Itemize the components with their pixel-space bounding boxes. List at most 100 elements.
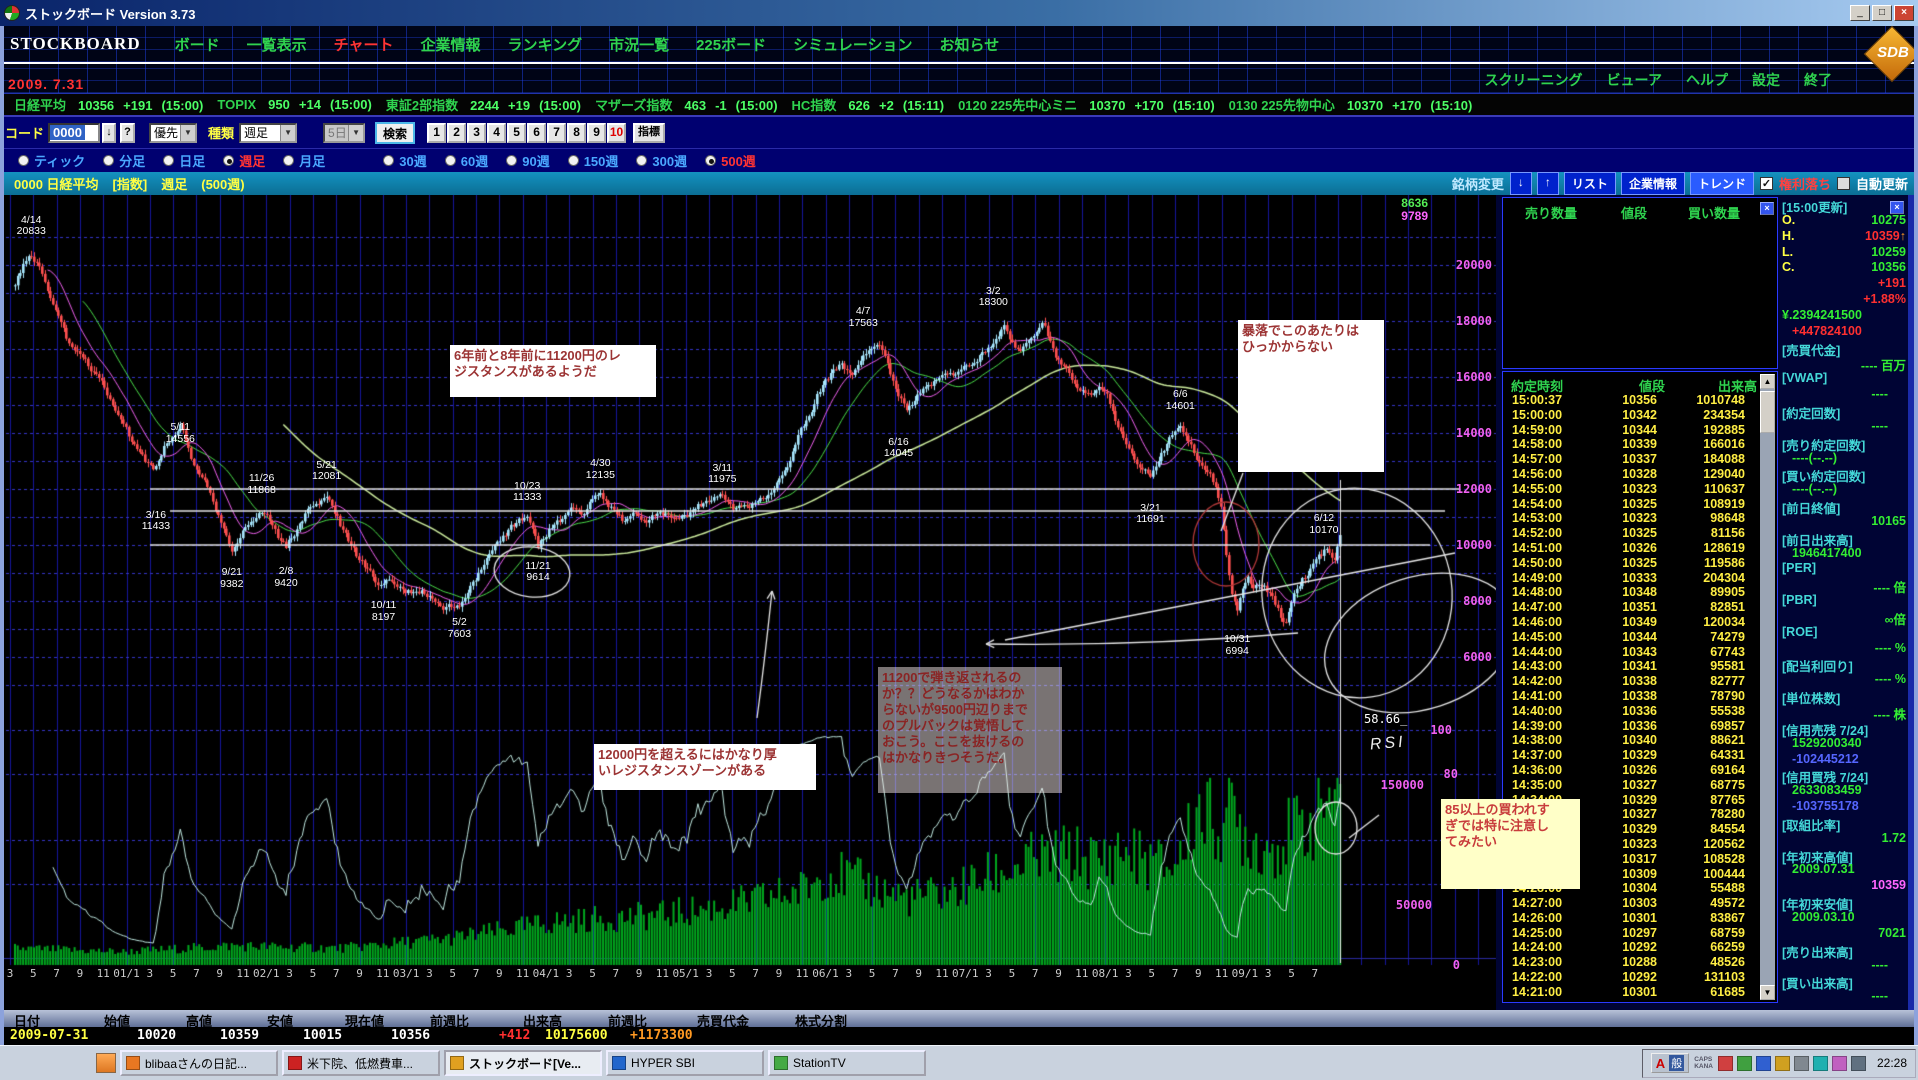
period-500週[interactable]: 500週 [705,151,756,170]
page-button-6[interactable]: 6 [527,123,546,143]
scroll-up-icon[interactable]: ▲ [1760,374,1775,389]
tray-icon-2[interactable] [1756,1056,1771,1071]
menu-item-1[interactable]: 一覧表示 [247,34,307,55]
menu-item-4[interactable]: ランキング [508,34,583,55]
trade-row[interactable]: 14:27:001030349572 [1503,896,1755,911]
trade-row[interactable]: 14:21:001030161685 [1503,985,1755,1000]
trade-row[interactable]: 14:44:001034367743 [1503,645,1755,660]
price-chart-canvas[interactable] [0,195,1500,995]
period-90週[interactable]: 90週 [506,151,549,170]
sub-menu-item-3[interactable]: 設定 [1752,70,1780,90]
trade-row[interactable]: 14:55:0010323110637 [1503,482,1755,497]
page-button-10[interactable]: 10 [607,123,626,143]
tray-icon-6[interactable] [1832,1056,1847,1071]
tray-icon-0[interactable] [1718,1056,1733,1071]
trade-row[interactable]: 14:56:0010328129040 [1503,467,1755,482]
trade-row[interactable]: 14:37:001032964331 [1503,748,1755,763]
page-button-9[interactable]: 9 [587,123,606,143]
period-150週[interactable]: 150週 [568,151,619,170]
trade-row[interactable]: 14:24:001029266259 [1503,940,1755,955]
trade-row[interactable]: 14:25:001029768759 [1503,926,1755,941]
status-button-2[interactable]: リスト [1564,172,1616,195]
page-button-3[interactable]: 3 [467,123,486,143]
menu-item-0[interactable]: ボード [175,34,220,55]
help-button[interactable]: ? [120,123,135,143]
order-book-close-icon[interactable]: × [1760,202,1774,215]
search-button[interactable]: 検索 [375,122,415,144]
page-button-2[interactable]: 2 [447,123,466,143]
maximize-button[interactable]: □ [1872,5,1892,21]
trade-row[interactable]: 14:22:0010292131103 [1503,970,1755,985]
menu-item-2[interactable]: チャート [334,34,394,55]
close-button[interactable]: × [1894,5,1914,21]
code-down-button[interactable]: ↓ [102,123,116,143]
status-button-4[interactable]: トレンド [1690,172,1754,195]
period-ティック[interactable]: ティック [18,151,85,170]
trades-scrollbar[interactable]: ▲ ▼ [1760,374,1775,1000]
page-button-5[interactable]: 5 [507,123,526,143]
sub-menu-item-4[interactable]: 終了 [1804,70,1832,90]
ime-language-bar[interactable]: A 般 [1651,1053,1689,1073]
trade-row[interactable]: 15:00:37103561010748 [1503,393,1755,408]
tray-icon-3[interactable] [1775,1056,1790,1071]
trade-row[interactable]: 14:57:0010337184088 [1503,452,1755,467]
trade-row[interactable]: 14:47:001035182851 [1503,600,1755,615]
page-button-1[interactable]: 1 [427,123,446,143]
trade-row[interactable]: 14:53:001032398648 [1503,511,1755,526]
scrollbar-thumb[interactable] [1760,391,1775,433]
status-button-1[interactable]: ↑ [1537,172,1559,195]
period-60週[interactable]: 60週 [445,151,488,170]
status-button-0[interactable]: ↓ [1510,172,1532,195]
period-分足[interactable]: 分足 [103,151,145,170]
trade-row[interactable]: 14:52:001032581156 [1503,526,1755,541]
trade-row[interactable]: 14:54:0010325108919 [1503,497,1755,512]
sub-menu-item-2[interactable]: ヘルプ [1686,70,1728,90]
menu-item-7[interactable]: シミュレーション [793,34,912,55]
menu-item-6[interactable]: 225ボード [696,34,766,55]
trade-row[interactable]: 14:58:0010339166016 [1503,437,1755,452]
taskbar-button-2[interactable]: ストックボード[Ve... [444,1050,602,1076]
trade-row[interactable]: 14:41:001033878790 [1503,689,1755,704]
page-button-4[interactable]: 4 [487,123,506,143]
trade-row[interactable]: 14:26:001030183867 [1503,911,1755,926]
ex-rights-checkbox[interactable]: ✓ [1760,177,1773,190]
tray-icon-5[interactable] [1813,1056,1828,1071]
type-select[interactable]: 週足▼ [239,123,297,143]
auto-update-checkbox[interactable] [1837,177,1850,190]
trade-row[interactable]: 14:48:001034889905 [1503,585,1755,600]
menu-item-5[interactable]: 市況一覧 [609,34,669,55]
period-300週[interactable]: 300週 [636,151,687,170]
status-button-3[interactable]: 企業情報 [1621,172,1685,195]
period-30週[interactable]: 30週 [383,151,426,170]
period-月足[interactable]: 月足 [283,151,325,170]
sub-menu-item-0[interactable]: スクリーニング [1485,70,1583,90]
stats-close-icon[interactable]: × [1890,201,1904,214]
page-button-7[interactable]: 7 [547,123,566,143]
trade-row[interactable]: 14:50:0010325119586 [1503,556,1755,571]
taskbar-button-0[interactable]: blibaaさんの日記... [120,1050,278,1076]
quick-launch-icon[interactable] [96,1053,116,1073]
code-input[interactable]: 0000 [48,123,100,143]
minimize-button[interactable]: _ [1850,5,1870,21]
trade-row[interactable]: 14:51:0010326128619 [1503,541,1755,556]
taskbar-button-3[interactable]: HYPER SBI [606,1050,764,1076]
period-日足[interactable]: 日足 [163,151,205,170]
tray-icon-4[interactable] [1794,1056,1809,1071]
indicator-button[interactable]: 指標 [633,123,665,143]
trade-row[interactable]: 14:40:001033655538 [1503,704,1755,719]
menu-item-3[interactable]: 企業情報 [421,34,481,55]
taskbar-button-1[interactable]: 米下院、低燃費車... [282,1050,440,1076]
tray-icon-1[interactable] [1737,1056,1752,1071]
sub-menu-item-1[interactable]: ビューア [1607,70,1662,90]
scroll-down-icon[interactable]: ▼ [1760,985,1775,1000]
tray-icon-7[interactable] [1851,1056,1866,1071]
trade-row[interactable]: 14:42:001033882777 [1503,674,1755,689]
period-週足[interactable]: 週足 [223,151,265,170]
trade-row[interactable]: 14:38:001034088621 [1503,733,1755,748]
menu-item-8[interactable]: お知らせ [940,34,1000,55]
trade-row[interactable]: 14:35:001032768775 [1503,778,1755,793]
taskbar-button-4[interactable]: StationTV [768,1050,926,1076]
trade-row[interactable]: 14:49:0010333204304 [1503,571,1755,586]
trade-row[interactable]: 14:36:001032669164 [1503,763,1755,778]
trade-row[interactable]: 14:59:0010344192885 [1503,423,1755,438]
